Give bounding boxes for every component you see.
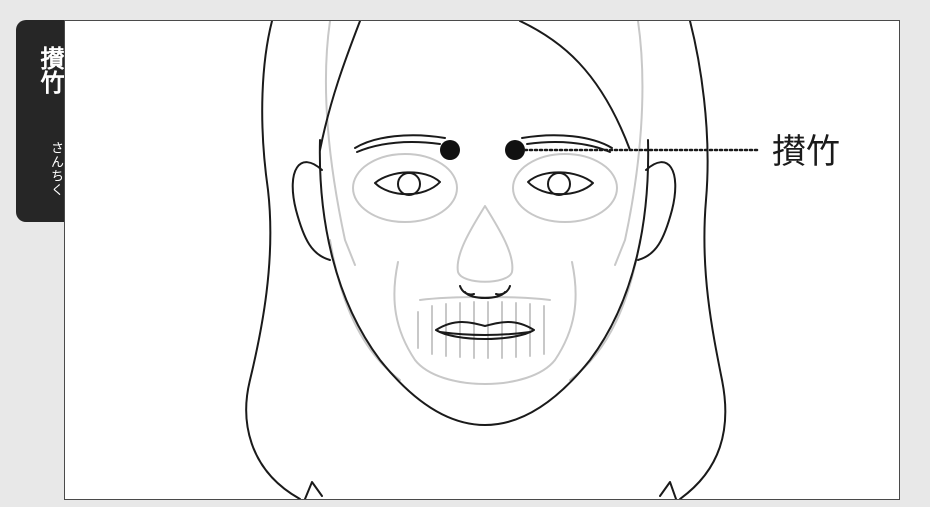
face-illustration (245, 21, 760, 499)
point-label: 攅竹 (772, 132, 840, 172)
point-left-marker (440, 140, 460, 160)
skull-overlay (324, 21, 644, 385)
point-right-marker (505, 140, 525, 160)
face-outline (245, 21, 727, 499)
